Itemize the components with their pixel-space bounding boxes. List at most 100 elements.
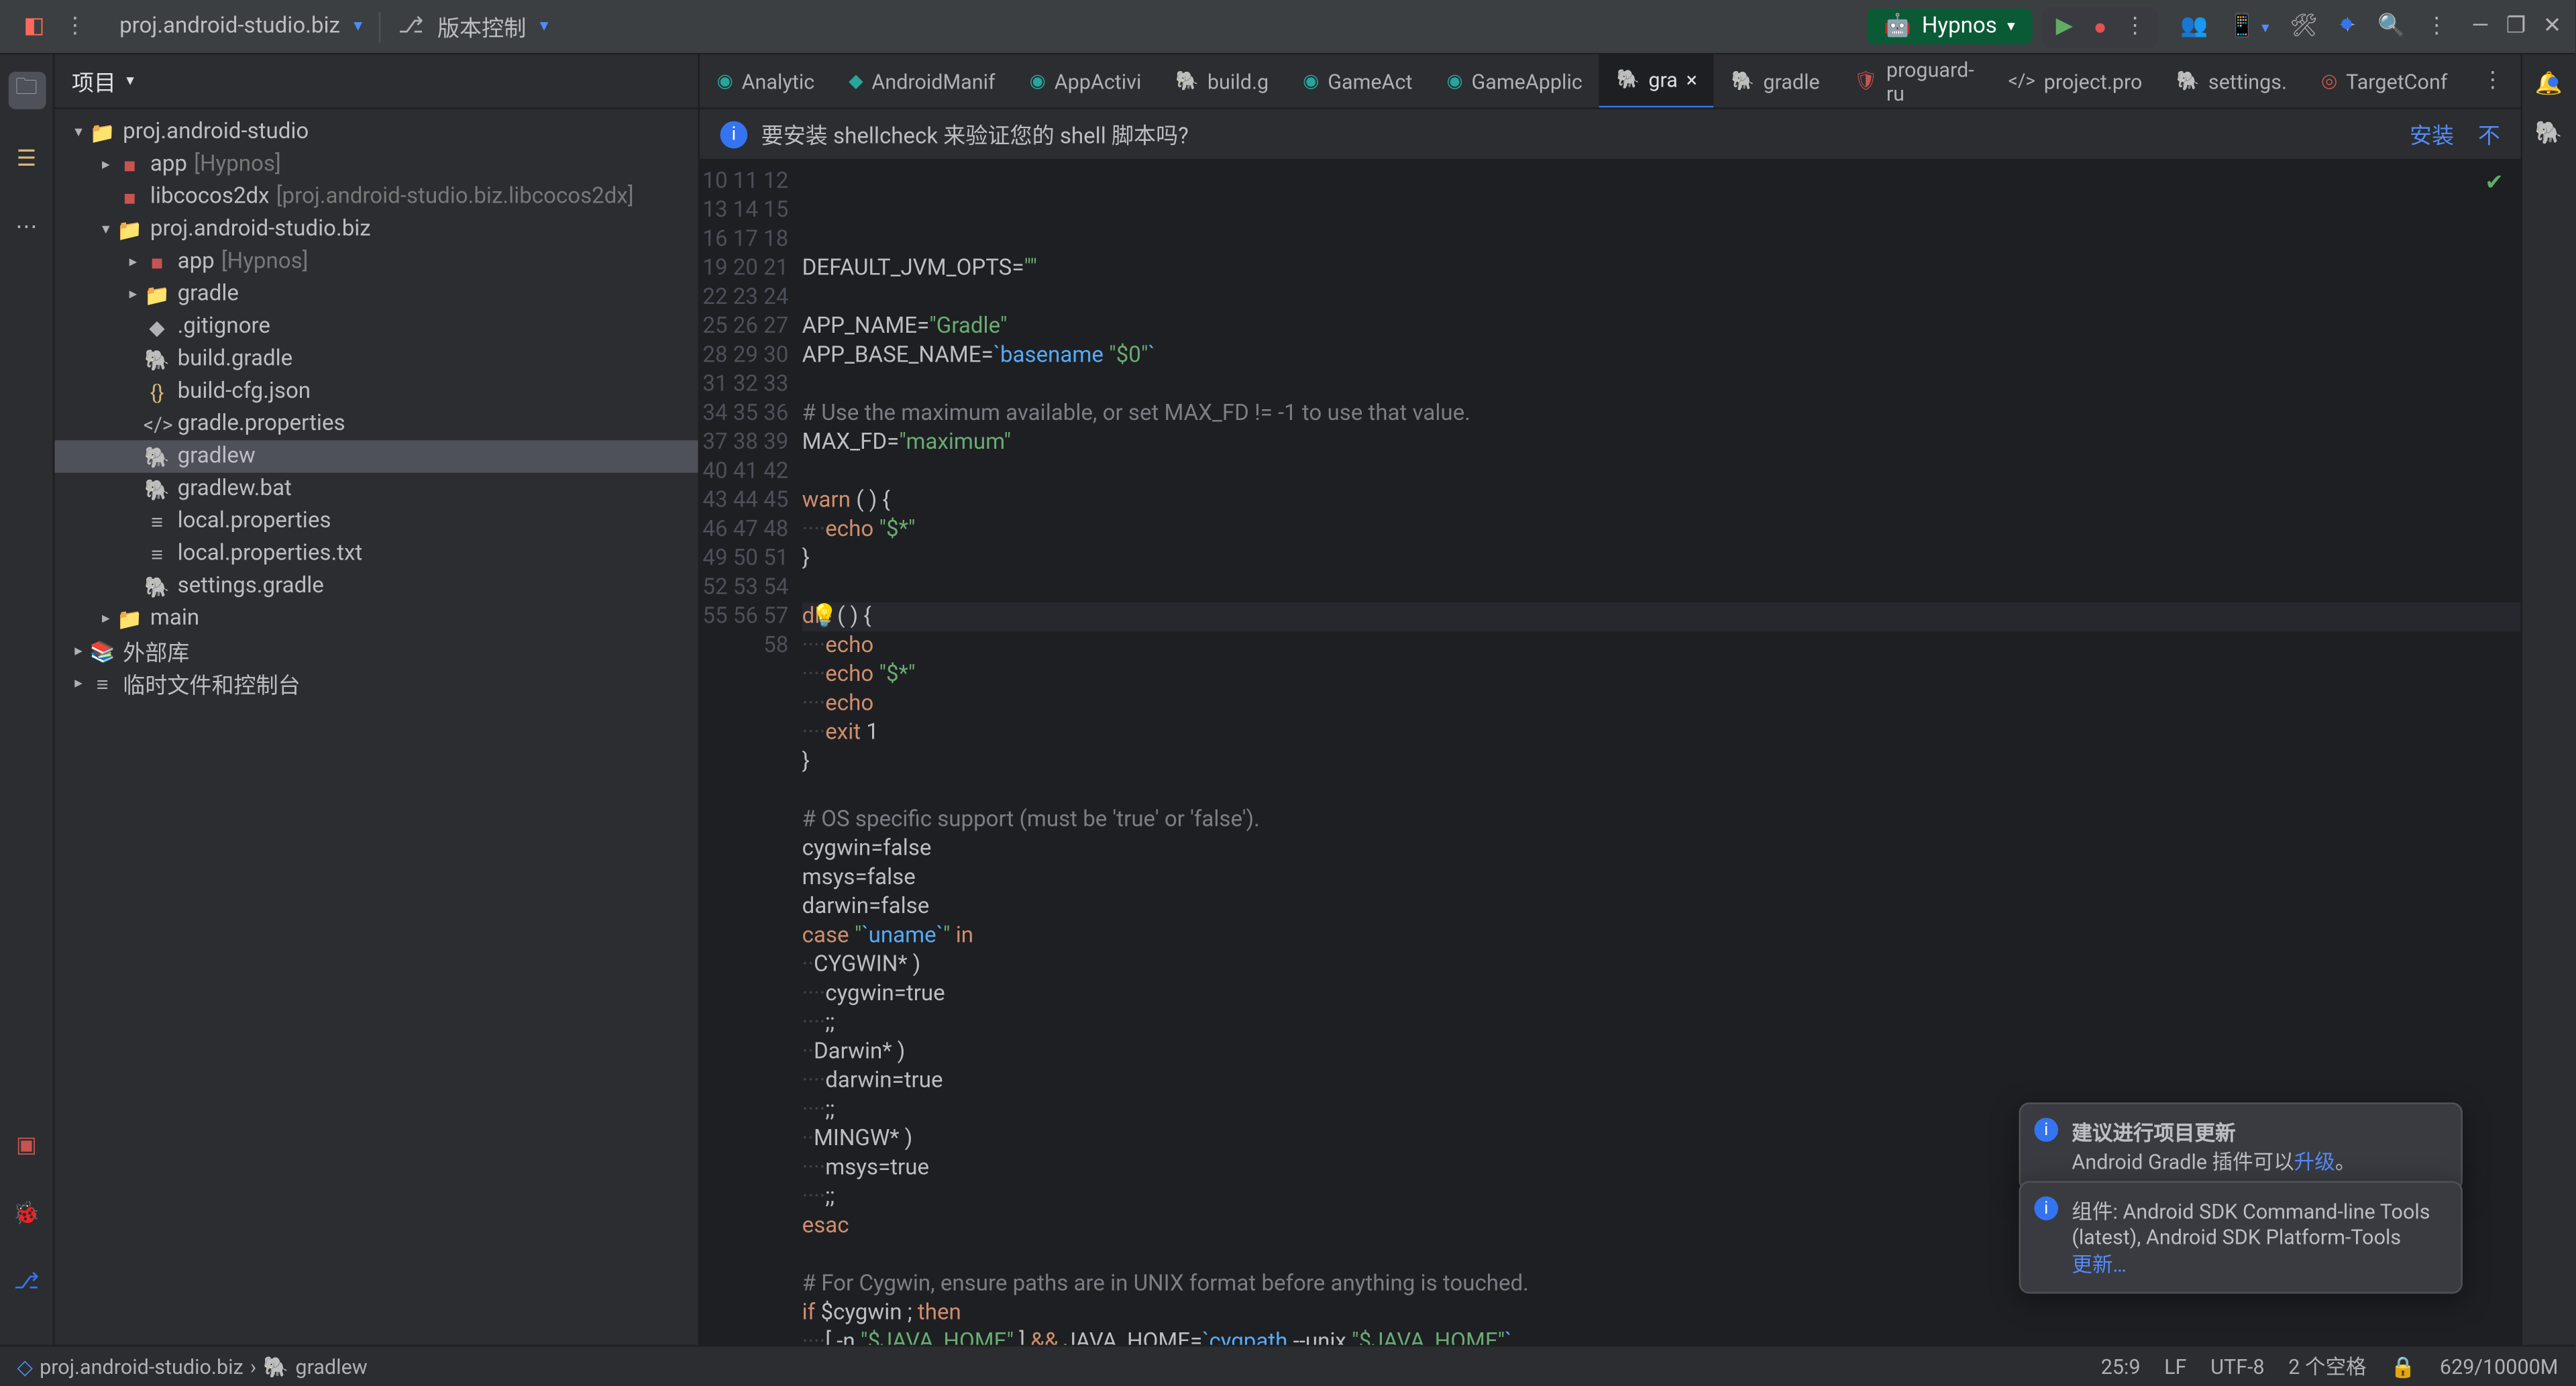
editor-tab[interactable]: ◎TargetConf <box>2304 54 2465 108</box>
tree-item[interactable]: ▸📁gradle <box>54 278 698 311</box>
editor-tab[interactable]: ◉ AppActivi <box>1012 54 1159 108</box>
lock-icon[interactable]: 🔒 <box>2390 1354 2416 1379</box>
maximize-button[interactable]: ❐ <box>2506 13 2526 39</box>
tree-item-label: local.properties.txt <box>178 541 363 566</box>
line-ending[interactable]: LF <box>2164 1354 2186 1379</box>
tree-item[interactable]: 🐘settings.gradle <box>54 570 698 602</box>
tab-icon: ◉ <box>1030 70 1046 92</box>
tab-label: GameApplic <box>1471 69 1582 93</box>
tab-close-icon[interactable]: × <box>1686 67 1697 91</box>
tree-item[interactable]: 🐘gradlew <box>54 440 698 472</box>
tree-item-hint: [Hypnos] <box>194 152 281 177</box>
editor-tab[interactable]: 🛡proguard-ru <box>1837 54 1991 108</box>
minimize-button[interactable]: — <box>2471 13 2489 39</box>
tree-item[interactable]: ▾📁proj.android-studio <box>54 116 698 148</box>
editor-tab[interactable]: </>project.pro <box>1991 54 2159 108</box>
editor-tab[interactable]: ◆AndroidManif <box>832 54 1012 108</box>
editor-tab[interactable]: ◉GameAct <box>1286 54 1430 108</box>
editor-tab[interactable]: 🐘build.g <box>1159 54 1286 108</box>
tab-label: AndroidManif <box>871 69 995 93</box>
chevron-down-icon[interactable]: ▾ <box>354 17 362 36</box>
git-tool-icon[interactable]: ⎇ <box>7 1263 45 1301</box>
app-logo-icon: ◧ <box>13 6 54 47</box>
tree-item-label: build.gradle <box>178 346 293 372</box>
tree-item[interactable]: ≡local.properties <box>54 505 698 537</box>
chevron-icon[interactable]: ▸ <box>95 610 116 627</box>
tree-item-label: libcocos2dx <box>150 184 270 210</box>
chevron-down-icon[interactable]: ▾ <box>540 17 549 36</box>
banner-install-button[interactable]: 安装 <box>2410 118 2454 150</box>
tree-item[interactable]: ▸📚外部库 <box>54 635 698 667</box>
editor-banner: i 要安装 shellcheck 来验证您的 shell 脚本吗? 安装 不 <box>700 109 2520 160</box>
tab-icon: 🐘 <box>1175 70 1199 92</box>
more-run-icon[interactable]: ⋮ <box>2114 7 2157 46</box>
banner-dismiss-button[interactable]: 不 <box>2478 118 2500 150</box>
tree-item-label: gradlew.bat <box>178 476 292 502</box>
chevron-down-icon[interactable]: ▾ <box>126 72 134 89</box>
main-menu-icon[interactable]: ⋮ <box>54 6 95 47</box>
chevron-icon[interactable]: ▾ <box>68 123 89 140</box>
run-config-selector[interactable]: 🤖 Hypnos ▾ <box>1867 9 2032 44</box>
file-icon: </> <box>144 412 171 436</box>
tree-item[interactable]: ▾📁proj.android-studio.biz <box>54 213 698 246</box>
editor-tab[interactable]: 🐘gradle <box>1714 54 1837 108</box>
android-icon: 🤖 <box>1884 13 1911 39</box>
project-tool-icon[interactable]: 🗀 <box>7 72 45 109</box>
tree-item[interactable]: ▸■app[Hypnos] <box>54 148 698 180</box>
device-icon[interactable]: 📱 ▾ <box>2229 13 2269 39</box>
tree-item-label: main <box>150 606 199 631</box>
search-icon[interactable]: 🔍 <box>2377 13 2405 39</box>
run-button[interactable]: ▶ <box>2042 7 2086 46</box>
close-button[interactable]: ✕ <box>2543 13 2562 39</box>
vcs-label[interactable]: 版本控制 <box>431 10 533 42</box>
project-tree[interactable]: ▾📁proj.android-studio▸■app[Hypnos]■libco… <box>54 109 698 1345</box>
module-icon: ◇ <box>17 1354 32 1379</box>
tabs-more-icon[interactable]: ⋮ <box>2465 68 2521 94</box>
tree-item[interactable]: ▸≡临时文件和控制台 <box>54 668 698 700</box>
cursor-position[interactable]: 25:9 <box>2101 1354 2141 1379</box>
terminal-tool-icon[interactable]: ▣ <box>7 1126 45 1164</box>
tab-label: gra <box>1648 67 1678 91</box>
tree-item[interactable]: 🐘gradlew.bat <box>54 473 698 505</box>
editor-tab[interactable]: ◉Analytic <box>700 54 832 108</box>
chevron-icon[interactable]: ▸ <box>68 643 89 659</box>
tree-item[interactable]: 🐘build.gradle <box>54 343 698 375</box>
intention-bulb-icon[interactable]: 💡 <box>810 602 838 631</box>
tree-item[interactable]: {}build-cfg.json <box>54 376 698 408</box>
tree-item[interactable]: </>gradle.properties <box>54 408 698 440</box>
inspection-ok-icon[interactable]: ✔ <box>2485 170 2504 196</box>
tools-icon[interactable]: 🛠 <box>2290 13 2318 39</box>
debug-button[interactable]: ● <box>2086 6 2113 47</box>
tree-item-label: .gitignore <box>178 314 270 339</box>
editor-tab[interactable]: ◉GameApplic <box>1430 54 1599 108</box>
settings-icon[interactable]: ⋮ <box>2426 13 2448 39</box>
collaborate-icon[interactable]: 👥 <box>2180 13 2208 39</box>
editor-tab[interactable]: 🐘settings. <box>2159 54 2304 108</box>
chevron-icon[interactable]: ▾ <box>95 221 116 237</box>
chevron-icon[interactable]: ▸ <box>123 286 144 303</box>
tree-item[interactable]: ◆.gitignore <box>54 311 698 343</box>
project-name[interactable]: proj.android-studio.biz <box>113 13 347 39</box>
tree-item[interactable]: ▸■app[Hypnos] <box>54 246 698 278</box>
chevron-icon[interactable]: ▸ <box>123 254 144 270</box>
breadcrumb[interactable]: ◇ proj.android-studio.biz › 🐘 gradlew <box>17 1354 367 1379</box>
separator <box>380 11 382 42</box>
tree-item[interactable]: ≡local.properties.txt <box>54 537 698 570</box>
encoding[interactable]: UTF-8 <box>2210 1354 2264 1379</box>
structure-tool-icon[interactable]: ☰ <box>7 140 45 178</box>
token-counter[interactable]: 629/10000M <box>2440 1354 2559 1379</box>
chevron-icon[interactable]: ▸ <box>95 156 116 173</box>
tree-item[interactable]: ■libcocos2dx[proj.android-studio.biz.lib… <box>54 181 698 213</box>
notifications-icon[interactable]: 🔔 <box>2535 72 2563 97</box>
chevron-icon[interactable]: ▸ <box>68 675 89 692</box>
tab-label: AppActivi <box>1055 69 1142 93</box>
services-tool-icon[interactable]: 🐞 <box>7 1195 45 1232</box>
more-tool-icon[interactable]: ⋯ <box>7 208 45 246</box>
editor-tab[interactable]: 🐘gra× <box>1599 54 1714 108</box>
tree-item[interactable]: ▸📁main <box>54 602 698 635</box>
ai-icon[interactable]: ✦ <box>2339 13 2357 39</box>
editor[interactable]: ✔ 10 11 12 13 14 15 16 17 18 19 20 21 22… <box>700 160 2520 1345</box>
code-content[interactable]: 💡 DEFAULT_JVM_OPTS="" APP_NAME="Gradle" … <box>802 160 2521 1345</box>
indent[interactable]: 2 个空格 <box>2288 1352 2366 1381</box>
gradle-tool-icon[interactable]: 🐘 <box>2535 121 2563 147</box>
